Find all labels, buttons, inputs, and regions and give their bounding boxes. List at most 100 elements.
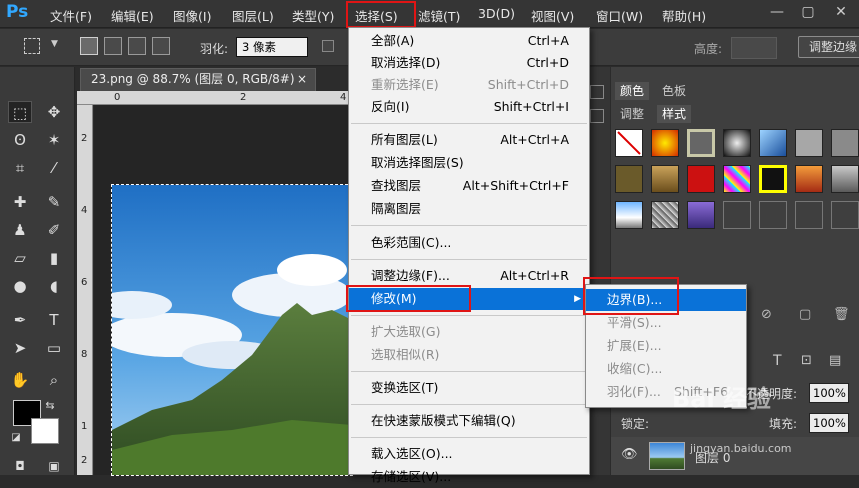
menu-item-deselect[interactable]: 取消选择(D) Ctrl+D [349,52,589,74]
menu-layer[interactable]: 图层(L) [232,6,274,25]
close-icon[interactable]: ✕ [830,2,852,22]
brush-tool-icon[interactable]: ✎ [42,191,66,213]
style-swatch[interactable] [687,201,715,229]
zoom-tool-icon[interactable]: ⌕ [42,369,66,391]
screen-mode-icon[interactable]: ▣ [42,455,66,477]
quick-mask-icon[interactable]: ◘ [8,455,32,477]
menu-item-deselect-layers[interactable]: 取消选择图层(S) [349,152,589,174]
menu-item-select-all[interactable]: 全部(A) Ctrl+A [349,30,589,52]
shape-filter-icon[interactable]: ⊡ [801,353,812,368]
menu-item-refine-edge[interactable]: 调整边缘(F)... Alt+Ctrl+R [349,265,589,287]
menu-edit[interactable]: 编辑(E) [111,6,154,25]
feather-input[interactable]: 3 像素 [236,37,308,57]
height-input[interactable] [731,37,777,59]
tab-color[interactable]: 颜色 [615,82,650,100]
rect-marquee-tool-icon[interactable]: ⬚ [8,101,32,123]
style-swatch[interactable] [759,165,787,193]
style-swatch[interactable] [687,129,715,157]
style-swatch[interactable] [651,129,679,157]
eyedropper-tool-icon[interactable]: ⁄ [42,157,66,179]
pen-tool-icon[interactable]: ✒ [8,309,32,331]
refine-edge-button[interactable]: 调整边缘 [798,36,859,58]
eye-icon[interactable]: 👁 [621,447,638,462]
menu-3d[interactable]: 3D(D) [478,6,515,21]
clone-stamp-tool-icon[interactable]: ♟ [8,219,32,241]
submenu-item-expand[interactable]: 扩展(E)... [586,335,746,357]
healing-brush-tool-icon[interactable]: ✚ [8,191,32,213]
canvas-image[interactable] [111,184,353,476]
menu-item-save-selection[interactable]: 存储选区(V)... [349,466,589,488]
style-swatch[interactable] [831,129,859,157]
style-swatch-empty[interactable] [795,201,823,229]
anti-alias-checkbox[interactable] [322,40,334,52]
tab-styles[interactable]: 样式 [657,105,692,123]
smart-object-filter-icon[interactable]: ▤ [829,353,841,368]
dodge-tool-icon[interactable]: ◖ [42,275,66,297]
magic-wand-tool-icon[interactable]: ✶ [42,129,66,151]
style-swatch[interactable] [651,165,679,193]
swap-colors-icon[interactable]: ⇆ [38,395,62,417]
menu-item-find-layers[interactable]: 查找图层 Alt+Shift+Ctrl+F [349,175,589,197]
menu-item-isolate-layers[interactable]: 隔离图层 [349,198,589,220]
tab-swatches[interactable]: 色板 [657,82,691,100]
menu-window[interactable]: 窗口(W) [596,6,643,25]
style-swatch-none[interactable] [615,129,643,157]
style-swatch[interactable] [795,129,823,157]
path-selection-tool-icon[interactable]: ➤ [8,337,32,359]
add-to-selection-icon[interactable] [104,37,122,55]
menu-help[interactable]: 帮助(H) [662,6,706,25]
menu-file[interactable]: 文件(F) [50,6,92,25]
submenu-item-contract[interactable]: 收缩(C)... [586,358,746,380]
menu-image[interactable]: 图像(I) [173,6,211,25]
menu-item-load-selection[interactable]: 载入选区(O)... [349,443,589,465]
gradient-tool-icon[interactable]: ▮ [42,247,66,269]
style-swatch[interactable] [723,129,751,157]
trash-icon[interactable]: 🗑 [833,307,850,322]
tab-adjustments[interactable]: 调整 [615,105,649,123]
history-panel-icon[interactable] [590,85,604,99]
menu-filter[interactable]: 滤镜(T) [418,6,460,25]
style-swatch[interactable] [615,201,643,229]
style-swatch[interactable] [615,165,643,193]
style-swatch[interactable] [831,165,859,193]
history-brush-tool-icon[interactable]: ✐ [42,219,66,241]
default-colors-icon[interactable]: ◪ [4,427,28,449]
actions-panel-icon[interactable] [590,109,604,123]
style-swatch[interactable] [795,165,823,193]
style-swatch[interactable] [687,165,715,193]
new-style-icon[interactable]: ▢ [799,307,811,322]
style-swatch[interactable] [723,165,751,193]
menu-item-transform-selection[interactable]: 变换选区(T) [349,377,589,399]
opacity-input[interactable]: 100% [809,383,849,403]
document-tab[interactable]: 23.png @ 88.7% (图层 0, RGB/8#) × [80,68,316,91]
style-swatch-empty[interactable] [831,201,859,229]
menu-item-all-layers[interactable]: 所有图层(L) Alt+Ctrl+A [349,129,589,151]
lasso-tool-icon[interactable]: ʘ [8,129,32,151]
fill-input[interactable]: 100% [809,413,849,433]
new-selection-icon[interactable] [80,37,98,55]
submenu-item-smooth[interactable]: 平滑(S)... [586,312,746,334]
style-swatch[interactable] [759,129,787,157]
menu-item-inverse[interactable]: 反向(I) Shift+Ctrl+I [349,96,589,118]
subtract-selection-icon[interactable] [128,37,146,55]
eraser-tool-icon[interactable]: ▱ [8,247,32,269]
crop-tool-icon[interactable]: ⌗ [8,157,32,179]
style-swatch[interactable] [651,201,679,229]
intersect-selection-icon[interactable] [152,37,170,55]
menu-item-color-range[interactable]: 色彩范围(C)... [349,232,589,254]
move-tool-icon[interactable]: ✥ [42,101,66,123]
maximize-icon[interactable]: ▢ [797,2,819,22]
background-color-swatch[interactable] [31,418,59,444]
hand-tool-icon[interactable]: ✋ [8,369,32,391]
chevron-down-icon[interactable]: ▼ [51,39,58,49]
delete-style-icon[interactable]: ⊘ [761,307,772,322]
style-swatch-empty[interactable] [723,201,751,229]
menu-type[interactable]: 类型(Y) [292,6,334,25]
type-tool-icon[interactable]: T [42,309,66,331]
tab-close-icon[interactable]: × [297,69,307,90]
style-swatch-empty[interactable] [759,201,787,229]
marquee-preset-icon[interactable] [24,38,40,54]
minimize-icon[interactable]: — [766,2,788,22]
type-filter-icon[interactable]: T [773,353,782,369]
menu-item-quick-mask[interactable]: 在快速蒙版模式下编辑(Q) [349,410,589,432]
